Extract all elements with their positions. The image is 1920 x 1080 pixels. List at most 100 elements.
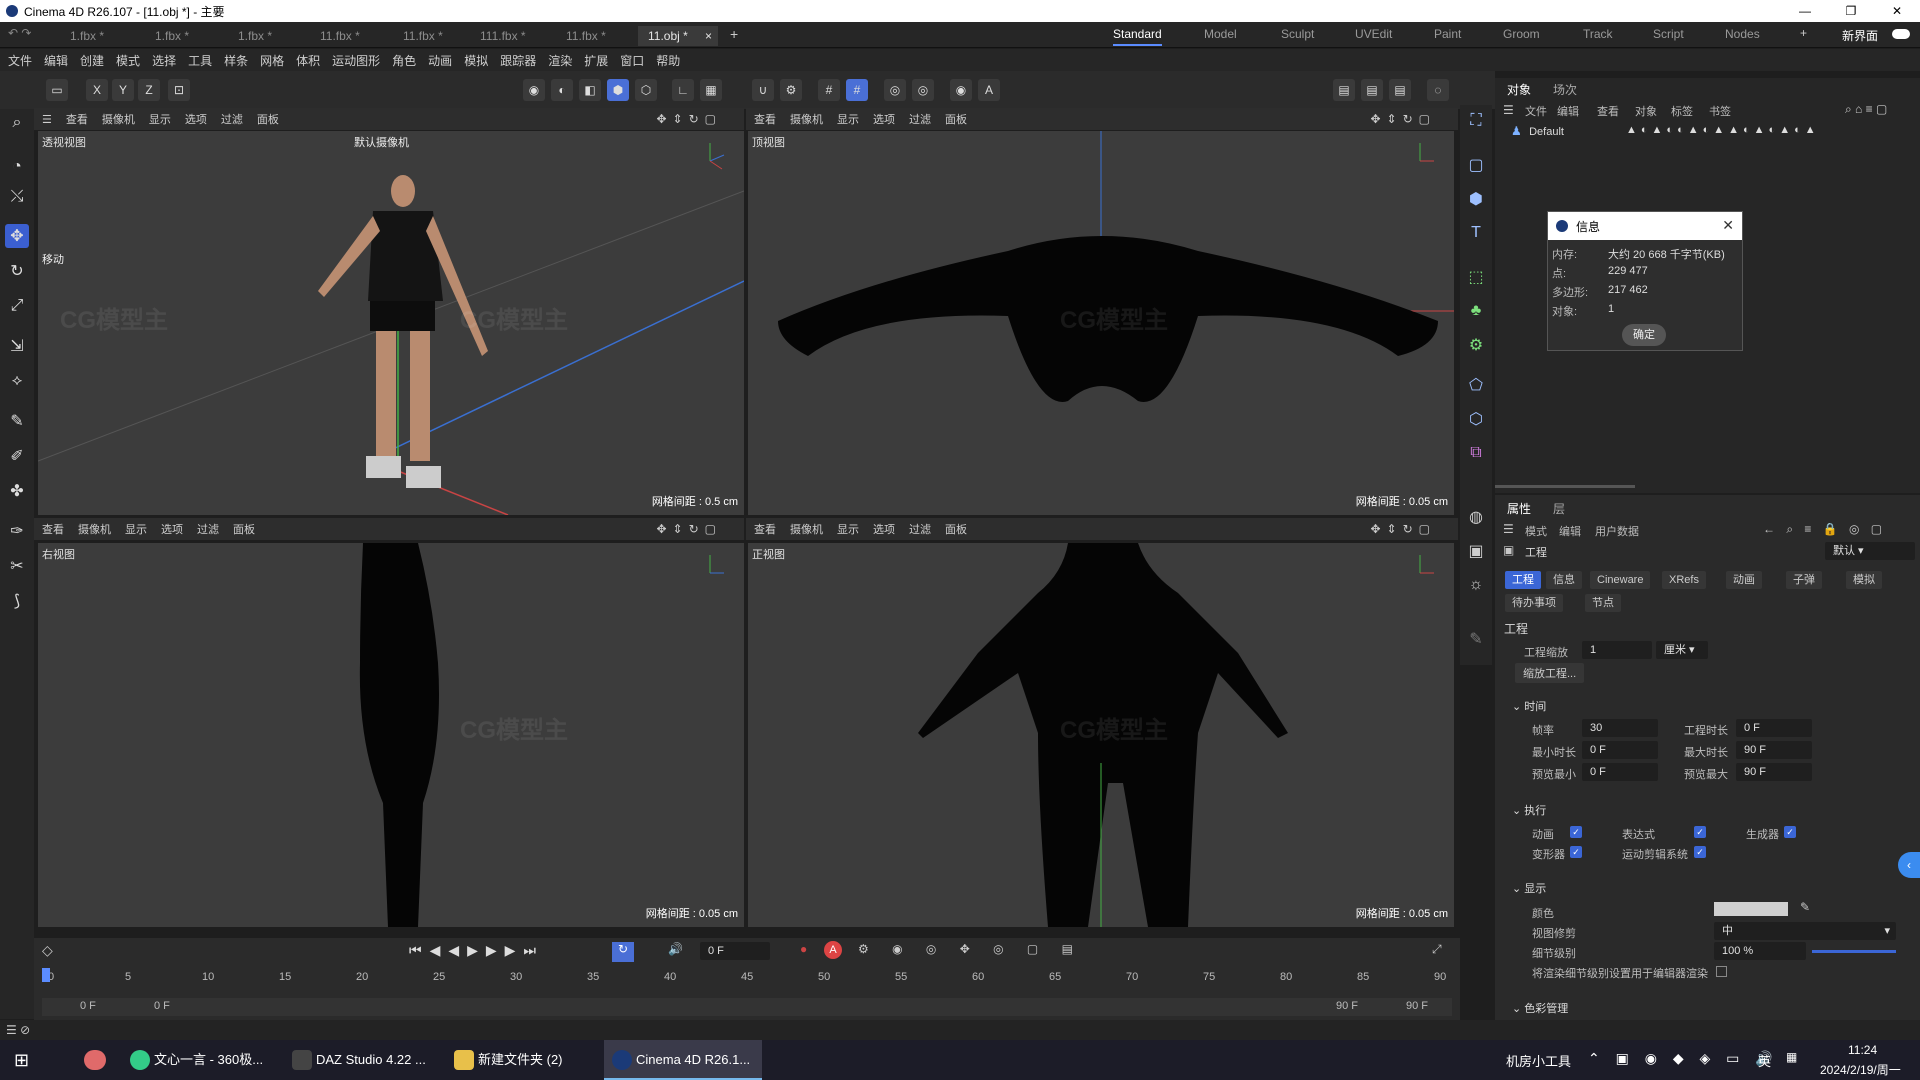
vp-menu-options[interactable]: 选项 <box>161 521 183 537</box>
vp-menu-filter[interactable]: 过滤 <box>221 111 243 127</box>
layout-model[interactable]: Model <box>1204 27 1237 41</box>
render-picture-viewer-icon[interactable]: ▤ <box>1361 79 1383 101</box>
project-unit-dropdown[interactable]: 厘米 ▾ <box>1656 641 1708 659</box>
text-a-icon[interactable]: A <box>978 79 1000 101</box>
selection-tool-icon[interactable]: ⤯ <box>5 185 29 209</box>
menu-mode[interactable]: 模式 <box>116 52 140 69</box>
menu-mograph[interactable]: 运动图形 <box>332 52 380 69</box>
subtab-xrefs[interactable]: XRefs <box>1662 571 1706 589</box>
subtab-info[interactable]: 信息 <box>1546 571 1582 589</box>
section-color-management[interactable]: ⌄ 色彩管理 <box>1512 1000 1568 1016</box>
coordinate-system-icon[interactable]: ⊡ <box>168 79 190 101</box>
deformer-icon[interactable]: ⬠ <box>1464 373 1488 397</box>
vp-menu-filter[interactable]: 过滤 <box>197 521 219 537</box>
rotate-tool-icon[interactable]: ↻ <box>5 259 29 283</box>
range-bar[interactable]: 0 F 0 F 90 F 90 F <box>42 998 1452 1016</box>
obj-menu-tags[interactable]: 标签 <box>1671 103 1693 119</box>
ime-icon[interactable]: ▦ <box>1786 1050 1797 1064</box>
ok-button[interactable]: 确定 <box>1622 324 1666 346</box>
exec-expressions-checkbox[interactable]: ✓ <box>1694 826 1706 838</box>
section-execute[interactable]: ⌄ 执行 <box>1512 802 1546 818</box>
menu-tools[interactable]: 工具 <box>188 52 212 69</box>
vp-menu-panel[interactable]: 面板 <box>257 111 279 127</box>
menu-simulate[interactable]: 模拟 <box>464 52 488 69</box>
scale-tool-icon[interactable]: ⤢ <box>5 294 29 318</box>
scale-project-button[interactable]: 缩放工程... <box>1515 663 1585 683</box>
layout-script[interactable]: Script <box>1653 27 1684 41</box>
viewport-camera-icon[interactable]: ⛶ <box>1464 109 1488 133</box>
live-selection-icon[interactable]: ◔ <box>5 155 29 179</box>
magnet-icon[interactable]: ∪ <box>752 79 774 101</box>
object-row-default[interactable]: ♟ Default ▲◐▲◐◐▲◐▲▲◐▲◐▲◐▲ <box>1511 124 1911 140</box>
snap-grid-icon[interactable]: # <box>846 79 868 101</box>
viewport-nav-icons[interactable]: ✥⇕↻▢ <box>1370 522 1436 536</box>
vp-menu-display[interactable]: 显示 <box>125 521 147 537</box>
obj-search-icon[interactable]: ⌕ ⌂ ≡ ▢ <box>1845 102 1887 117</box>
preset-dropdown[interactable]: 默认 ▾ <box>1825 542 1915 560</box>
vp-menu-camera[interactable]: 摄像机 <box>102 111 135 127</box>
taskbar-item-folder[interactable]: 新建文件夹 (2) <box>446 1040 596 1080</box>
obj-menu-view[interactable]: 查看 <box>1597 103 1619 119</box>
range-end[interactable]: 90 F <box>1336 1000 1358 1012</box>
tray-icons[interactable]: ⌃ ▣ ◉ ◆ ◈ ▭ 🔊 <box>1588 1050 1779 1067</box>
menu-extensions[interactable]: 扩展 <box>584 52 608 69</box>
spline-pen-icon[interactable]: ✐ <box>5 444 29 468</box>
panel-menu-icon[interactable]: ☰ <box>1503 103 1514 117</box>
render-view-icon[interactable]: ▤ <box>1333 79 1355 101</box>
edges-mode-icon[interactable]: ◐ <box>551 79 573 101</box>
preview-max-input[interactable]: 90 F <box>1736 763 1812 781</box>
tab-objects[interactable]: 对象 <box>1507 81 1531 98</box>
object-panel-scrollbar[interactable] <box>1495 485 1635 488</box>
vp-menu-filter[interactable]: 过滤 <box>909 111 931 127</box>
eye-icon[interactable]: ◉ <box>950 79 972 101</box>
range-end-2[interactable]: 90 F <box>1406 1000 1428 1012</box>
text-icon[interactable]: T <box>1464 221 1488 245</box>
playback-controls[interactable]: ⏮◀◀▶▶▶⏭ <box>409 942 544 959</box>
vp-menu-view[interactable]: 查看 <box>42 521 64 537</box>
subtab-cineware[interactable]: Cineware <box>1590 571 1651 589</box>
file-tab-active[interactable]: 11.obj * × <box>638 26 718 46</box>
menu-edit[interactable]: 编辑 <box>44 52 68 69</box>
tab-layers[interactable]: 层 <box>1553 500 1565 517</box>
maximize-button[interactable]: ❐ <box>1828 0 1874 22</box>
vp-menu-view[interactable]: 查看 <box>754 111 776 127</box>
loop-icon[interactable]: ↻ <box>612 942 634 962</box>
subtab-project[interactable]: 工程 <box>1505 571 1541 589</box>
menu-select[interactable]: 选择 <box>152 52 176 69</box>
add-layout-icon[interactable]: + <box>1800 26 1807 40</box>
layout-sculpt[interactable]: Sculpt <box>1281 27 1314 41</box>
vp-menu-options[interactable]: 选项 <box>873 521 895 537</box>
viewport-nav-icons[interactable]: ✥⇕↻▢ <box>1370 112 1436 126</box>
panel-collapse-button[interactable]: ‹ <box>1898 852 1920 878</box>
lod-input[interactable]: 100 % <box>1714 942 1806 960</box>
preview-min-input[interactable]: 0 F <box>1582 763 1658 781</box>
undo-icon[interactable]: ↶ ↷ <box>8 26 31 40</box>
vp-menu-camera[interactable]: 摄像机 <box>790 111 823 127</box>
tray-tool-label[interactable]: 机房小工具 <box>1506 1051 1571 1070</box>
windows-start-icon[interactable]: ⊞ <box>14 1050 29 1071</box>
playhead[interactable] <box>42 968 50 982</box>
generator-icon[interactable]: ⬚ <box>1464 265 1488 289</box>
obj-menu-bookmarks[interactable]: 书签 <box>1709 103 1731 119</box>
x-axis-lock[interactable]: X <box>86 79 108 101</box>
timeline-graph-icon[interactable]: ⤢ <box>1432 942 1442 957</box>
sculpt-icon[interactable]: ✤ <box>5 479 29 503</box>
z-axis-lock[interactable]: Z <box>138 79 160 101</box>
layout-track[interactable]: Track <box>1583 27 1613 41</box>
cube-icon[interactable]: ⬢ <box>1464 187 1488 211</box>
render-settings-icon[interactable]: ▤ <box>1389 79 1411 101</box>
taskbar-item-daz[interactable]: DAZ Studio 4.22 ... <box>284 1040 434 1080</box>
texture-mode-icon[interactable]: ⬡ <box>635 79 657 101</box>
move-tool-icon[interactable]: ✥ <box>5 224 29 248</box>
cloner-icon[interactable]: ♣ <box>1464 299 1488 323</box>
subtab-animation[interactable]: 动画 <box>1726 571 1762 589</box>
viewport-nav-icons[interactable]: ✥⇕↻▢ <box>656 112 722 126</box>
current-frame-field[interactable]: 0 F <box>700 942 770 960</box>
brush-icon[interactable]: ✑ <box>5 519 29 543</box>
new-interface-label[interactable]: 新界面 <box>1842 27 1878 44</box>
menu-spline[interactable]: 样条 <box>224 52 248 69</box>
project-scale-input[interactable]: 1 <box>1582 641 1652 659</box>
taskbar-item-c4d[interactable]: Cinema 4D R26.1... <box>604 1040 762 1080</box>
autokey-icon[interactable]: A <box>824 941 842 959</box>
environment-icon[interactable]: ◍ <box>1464 505 1488 529</box>
